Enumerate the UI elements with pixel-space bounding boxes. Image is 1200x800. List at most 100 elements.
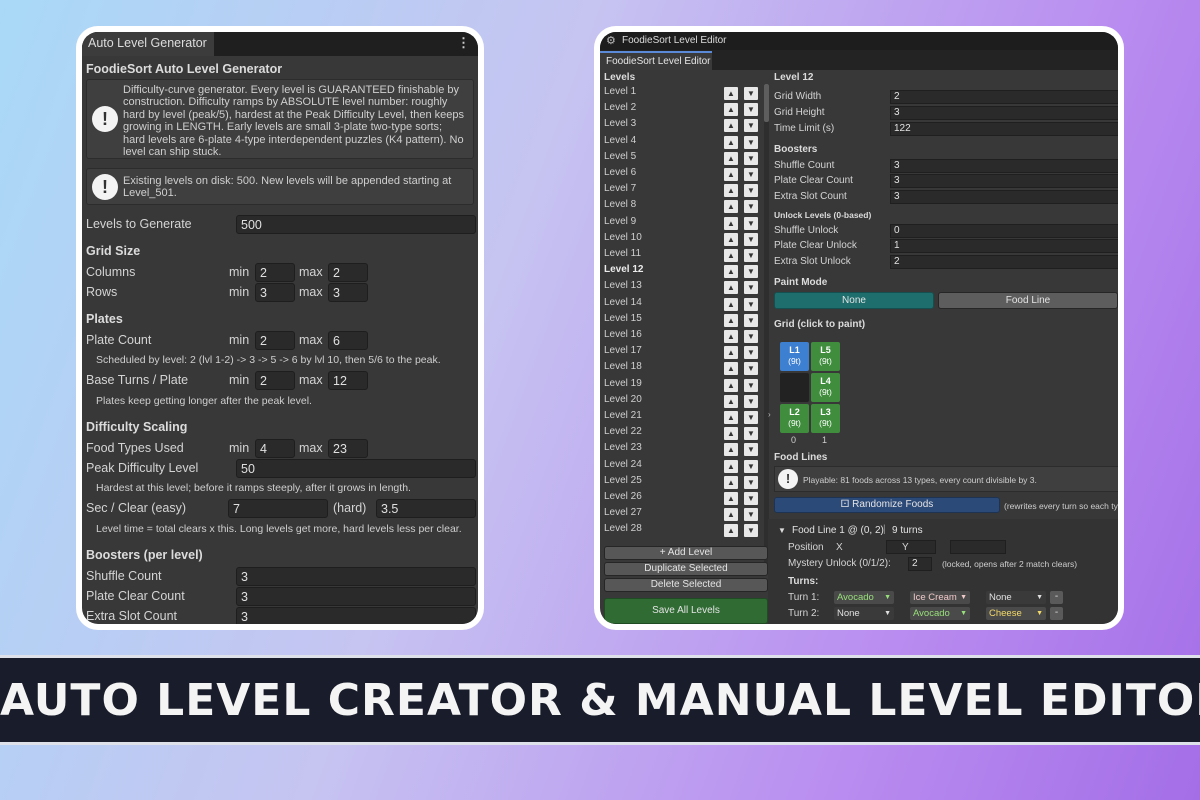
move-up-arrow-icon[interactable]: ▲ [724, 265, 738, 279]
level-list-item[interactable]: Level 3 ▲ ▼ [604, 118, 762, 134]
level-list-item[interactable]: Level 26 ▲ ▼ [604, 491, 762, 507]
level-list-item[interactable]: Level 2 ▲ ▼ [604, 102, 762, 118]
food-dropdown[interactable]: Avocado ▼ [834, 591, 894, 604]
grid-cell[interactable]: L2 (9t) [780, 404, 809, 433]
move-up-arrow-icon[interactable]: ▲ [724, 249, 738, 262]
level-list-item[interactable]: Level 18 ▲ ▼ [604, 361, 762, 377]
move-down-arrow-icon[interactable]: ▼ [744, 103, 758, 117]
paint-mode-none-button[interactable]: None [774, 292, 934, 309]
move-up-arrow-icon[interactable]: ▲ [724, 87, 738, 100]
grid-width-input[interactable]: 2 [890, 90, 1118, 104]
paint-mode-food-line-button[interactable]: Food Line [938, 292, 1118, 309]
level-list-item[interactable]: Level 14 ▲ ▼ [604, 297, 762, 313]
move-down-arrow-icon[interactable]: ▼ [744, 135, 758, 149]
tab-level-editor[interactable]: FoodieSort Level Editor [600, 51, 712, 70]
food-dropdown[interactable]: Ice Cream ▼ [910, 591, 970, 604]
move-down-arrow-icon[interactable]: ▼ [744, 87, 758, 100]
shuffle-unlock-input[interactable]: 0 [890, 224, 1118, 238]
base-turns-min-input[interactable]: 2 [255, 371, 295, 390]
move-down-arrow-icon[interactable]: ▼ [744, 443, 758, 457]
move-up-arrow-icon[interactable]: ▲ [724, 411, 738, 424]
base-turns-max-input[interactable]: 12 [328, 371, 368, 390]
move-down-arrow-icon[interactable]: ▼ [744, 265, 758, 279]
move-down-arrow-icon[interactable]: ▼ [744, 119, 758, 133]
move-up-arrow-icon[interactable]: ▲ [724, 362, 738, 376]
move-up-arrow-icon[interactable]: ▲ [724, 346, 738, 360]
level-list-scrollbar[interactable] [764, 84, 769, 564]
scrollbar-thumb[interactable] [764, 84, 769, 122]
remove-turn-button[interactable]: - [1050, 591, 1063, 604]
food-dropdown[interactable]: None ▼ [986, 591, 1046, 604]
move-up-arrow-icon[interactable]: ▲ [724, 135, 738, 149]
peak-difficulty-input[interactable]: 50 [236, 459, 476, 478]
columns-min-input[interactable]: 2 [255, 263, 295, 282]
level-list-item[interactable]: Level 13 ▲ ▼ [604, 280, 762, 296]
levels-to-generate-input[interactable]: 500 [236, 215, 476, 234]
move-down-arrow-icon[interactable]: ▼ [744, 313, 758, 327]
level-list-item[interactable]: Level 28 ▲ ▼ [604, 523, 762, 539]
move-down-arrow-icon[interactable]: ▼ [744, 378, 758, 392]
time-limit-input[interactable]: 122 [890, 122, 1118, 136]
move-down-arrow-icon[interactable]: ▼ [744, 168, 758, 181]
move-up-arrow-icon[interactable]: ▲ [724, 508, 738, 522]
level-list-item[interactable]: Level 20 ▲ ▼ [604, 394, 762, 410]
food-dropdown[interactable]: Cheese ▼ [986, 607, 1046, 620]
move-down-arrow-icon[interactable]: ▼ [744, 394, 758, 408]
move-up-arrow-icon[interactable]: ▲ [724, 168, 738, 181]
move-down-arrow-icon[interactable]: ▼ [744, 362, 758, 376]
mystery-unlock-input[interactable]: 2 [908, 557, 932, 571]
grid-cell[interactable]: L4 (9t) [811, 373, 840, 402]
kebab-menu-icon[interactable]: ⋮ [457, 35, 470, 51]
move-down-arrow-icon[interactable]: ▼ [744, 459, 758, 473]
move-up-arrow-icon[interactable]: ▲ [724, 103, 738, 117]
level-list-item[interactable]: Level 9 ▲ ▼ [604, 216, 762, 232]
move-up-arrow-icon[interactable]: ▲ [724, 200, 738, 214]
move-down-arrow-icon[interactable]: ▼ [744, 427, 758, 441]
move-down-arrow-icon[interactable]: ▼ [744, 524, 758, 538]
level-list-item[interactable]: Level 16 ▲ ▼ [604, 329, 762, 345]
delete-selected-button[interactable]: Delete Selected [604, 578, 768, 592]
move-up-arrow-icon[interactable]: ▲ [724, 443, 738, 457]
move-up-arrow-icon[interactable]: ▲ [724, 330, 738, 343]
tab-auto-level-generator[interactable]: Auto Level Generator [82, 32, 214, 56]
move-down-arrow-icon[interactable]: ▼ [744, 475, 758, 489]
rows-max-input[interactable]: 3 [328, 283, 368, 302]
plate-clear-unlock-input[interactable]: 1 [890, 239, 1118, 253]
move-up-arrow-icon[interactable]: ▲ [724, 151, 738, 165]
move-up-arrow-icon[interactable]: ▲ [724, 475, 738, 489]
grid-cell[interactable]: L1 (9t) [780, 342, 809, 371]
level-list-item[interactable]: Level 21 ▲ ▼ [604, 410, 762, 426]
move-down-arrow-icon[interactable]: ▼ [744, 281, 758, 295]
food-dropdown[interactable]: Avocado ▼ [910, 607, 970, 620]
grid-height-input[interactable]: 3 [890, 106, 1118, 120]
randomize-foods-button[interactable]: ⚀ Randomize Foods [774, 497, 1000, 513]
level-list-item[interactable]: Level 4 ▲ ▼ [604, 135, 762, 151]
save-all-levels-button[interactable]: Save All Levels [604, 598, 768, 624]
move-up-arrow-icon[interactable]: ▲ [724, 184, 738, 198]
move-up-arrow-icon[interactable]: ▲ [724, 119, 738, 133]
level-list-item[interactable]: Level 10 ▲ ▼ [604, 232, 762, 248]
level-list-item[interactable]: Level 22 ▲ ▼ [604, 426, 762, 442]
level-list-item[interactable]: Level 11 ▲ ▼ [604, 248, 762, 264]
move-down-arrow-icon[interactable]: ▼ [744, 492, 758, 505]
grid-cell[interactable] [780, 373, 809, 402]
level-list-item[interactable]: Level 15 ▲ ▼ [604, 313, 762, 329]
move-up-arrow-icon[interactable]: ▲ [724, 216, 738, 230]
plate-count-min-input[interactable]: 2 [255, 331, 295, 350]
sec-clear-easy-input[interactable]: 7 [228, 499, 328, 518]
move-up-arrow-icon[interactable]: ▲ [724, 313, 738, 327]
move-up-arrow-icon[interactable]: ▲ [724, 459, 738, 473]
move-down-arrow-icon[interactable]: ▼ [744, 151, 758, 165]
move-down-arrow-icon[interactable]: ▼ [744, 297, 758, 311]
level-list-item[interactable]: Level 27 ▲ ▼ [604, 507, 762, 523]
rows-min-input[interactable]: 3 [255, 283, 295, 302]
level-list-item[interactable]: Level 1 ▲ ▼ [604, 86, 762, 102]
move-up-arrow-icon[interactable]: ▲ [724, 427, 738, 441]
move-down-arrow-icon[interactable]: ▼ [744, 184, 758, 198]
extra-slot-unlock-input[interactable]: 2 [890, 255, 1118, 269]
plate-clear-count-input[interactable]: 3 [890, 174, 1118, 188]
level-list-item[interactable]: Level 23 ▲ ▼ [604, 442, 762, 458]
level-list-item[interactable]: Level 7 ▲ ▼ [604, 183, 762, 199]
level-list-item[interactable]: Level 8 ▲ ▼ [604, 199, 762, 215]
move-up-arrow-icon[interactable]: ▲ [724, 297, 738, 311]
